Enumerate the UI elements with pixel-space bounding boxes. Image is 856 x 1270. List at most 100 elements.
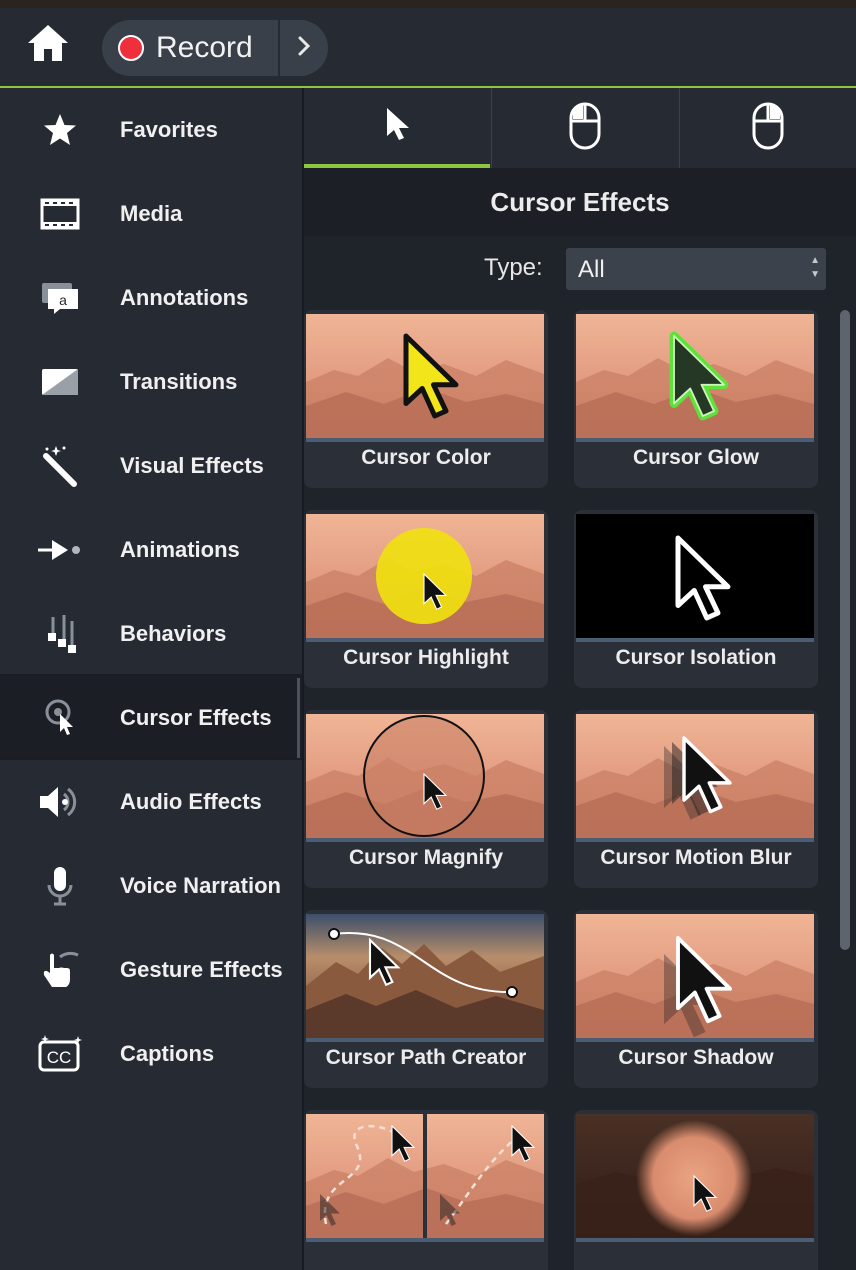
sidebar-item-gesture-effects[interactable]: Gesture Effects (0, 928, 302, 1012)
record-button[interactable]: Record (102, 20, 278, 76)
sidebar-item-label: Behaviors (120, 621, 227, 646)
tab-cursor[interactable] (304, 88, 490, 168)
effect-card-cursor-path-creator[interactable]: Cursor Path Creator (304, 910, 548, 1088)
effect-thumbnail (576, 1114, 814, 1238)
effect-thumbnail (306, 914, 544, 1038)
svg-text:CC: CC (47, 1048, 72, 1067)
sidebar-item-audio-effects[interactable]: Audio Effects (0, 760, 302, 844)
sidebar-item-favorites[interactable]: Favorites (0, 88, 302, 172)
sidebar-item-label: Annotations (120, 285, 249, 310)
effect-card-cursor-color[interactable]: Cursor Color (304, 310, 548, 488)
type-label: Type: (484, 254, 543, 281)
effect-label: Cursor Motion Blur (600, 846, 792, 869)
effect-thumbnail (306, 314, 544, 438)
effect-label: Cursor Isolation (615, 646, 777, 669)
cursor-effects-panel: Cursor Effects Type: All ▲ ▼ Cursor Color… (304, 88, 856, 1270)
effect-card-partial[interactable] (574, 1110, 818, 1270)
tab-right-click[interactable] (680, 88, 856, 168)
effect-thumbnail (306, 714, 544, 838)
effect-label: Cursor Color (361, 446, 491, 469)
home-icon (26, 23, 70, 68)
effect-label: Cursor Highlight (343, 646, 509, 669)
sidebar-item-label: Favorites (120, 117, 218, 142)
effect-card-cursor-glow[interactable]: Cursor Glow (574, 310, 818, 488)
mouse-right-click-icon (751, 101, 785, 156)
record-options-button[interactable] (280, 20, 328, 76)
sidebar-item-media[interactable]: Media (0, 172, 302, 256)
sidebar-item-label: Voice Narration (120, 873, 281, 898)
thumbnail-band (576, 1038, 814, 1042)
sidebar-item-voice-narration[interactable]: Voice Narration (0, 844, 302, 928)
effect-thumbnail (576, 514, 814, 638)
sidebar-item-label: Transitions (120, 369, 238, 394)
home-button[interactable] (22, 22, 74, 68)
sidebar-item-annotations[interactable]: a Annotations (0, 256, 302, 340)
thumbnail-band (306, 1238, 544, 1242)
effect-label: Cursor Path Creator (325, 1046, 527, 1069)
effects-scrollbar[interactable] (838, 310, 852, 1270)
thumbnail-band (576, 438, 814, 442)
svg-text:a: a (59, 292, 67, 308)
animation-icon (36, 526, 84, 574)
scrollbar-thumb[interactable] (840, 310, 850, 950)
sidebar-item-visual-effects[interactable]: Visual Effects (0, 424, 302, 508)
window-top-strip (0, 0, 856, 8)
effect-card-cursor-magnify[interactable]: Cursor Magnify (304, 710, 548, 888)
cursor-arrow-icon (383, 106, 411, 147)
sidebar: Favorites Media a Annotations Transition… (0, 88, 304, 1270)
thumbnail-band (306, 438, 544, 442)
sidebar-item-cursor-effects[interactable]: Cursor Effects (0, 676, 302, 760)
type-select[interactable]: All ▲ ▼ (566, 248, 826, 290)
behaviors-icon (36, 610, 84, 658)
record-dot-icon (118, 35, 144, 61)
chevron-right-icon (296, 35, 312, 62)
effect-thumbnail (576, 314, 814, 438)
effect-label: Cursor Shadow (618, 1046, 774, 1069)
panel-title: Cursor Effects (490, 186, 670, 217)
transition-icon (36, 358, 84, 406)
cc-icon: CC (36, 1030, 84, 1078)
speaker-icon (36, 778, 84, 826)
sidebar-item-captions[interactable]: CC Captions (0, 1012, 302, 1096)
mouse-left-click-icon (568, 101, 602, 156)
gesture-hand-icon (36, 946, 84, 994)
annotation-icon: a (36, 274, 84, 322)
sidebar-item-transitions[interactable]: Transitions (0, 340, 302, 424)
effect-label: Cursor Magnify (348, 846, 503, 869)
effect-thumbnail (306, 514, 544, 638)
thumbnail-band (576, 1238, 814, 1242)
microphone-icon (36, 862, 84, 910)
type-select-value: All (578, 256, 605, 283)
effects-grid: Cursor Color Cursor Glow Cursor Highligh… (304, 310, 834, 1270)
sidebar-item-animations[interactable]: Animations (0, 508, 302, 592)
sidebar-item-label: Captions (120, 1041, 215, 1066)
sidebar-item-label: Visual Effects (120, 453, 264, 478)
panel-header: Cursor Effects (304, 168, 856, 236)
effect-thumbnail (306, 1114, 544, 1238)
tab-left-click[interactable] (492, 88, 678, 168)
sidebar-item-label: Gesture Effects (120, 957, 283, 982)
record-label: Record (156, 31, 253, 64)
sidebar-item-label: Audio Effects (120, 789, 262, 814)
thumbnail-band (576, 638, 814, 642)
thumbnail-band (306, 638, 544, 642)
cursor-tabs (304, 88, 856, 168)
thumbnail-band (576, 838, 814, 842)
magic-wand-icon (36, 442, 84, 490)
sidebar-item-label: Animations (120, 537, 240, 562)
effect-thumbnail (576, 714, 814, 838)
effect-card-partial[interactable] (304, 1110, 548, 1270)
film-icon (36, 190, 84, 238)
sidebar-item-label: Cursor Effects (120, 705, 272, 730)
effect-card-cursor-isolation[interactable]: Cursor Isolation (574, 510, 818, 688)
sidebar-item-label: Media (120, 201, 183, 226)
thumbnail-band (306, 1038, 544, 1042)
effect-label: Cursor Glow (632, 446, 759, 469)
sidebar-item-behaviors[interactable]: Behaviors (0, 592, 302, 676)
effect-thumbnail (576, 914, 814, 1038)
select-arrows-icon: ▲ ▼ (810, 255, 820, 280)
effect-card-cursor-highlight[interactable]: Cursor Highlight (304, 510, 548, 688)
thumbnail-band (306, 838, 544, 842)
effect-card-cursor-shadow[interactable]: Cursor Shadow (574, 910, 818, 1088)
effect-card-cursor-motion-blur[interactable]: Cursor Motion Blur (574, 710, 818, 888)
